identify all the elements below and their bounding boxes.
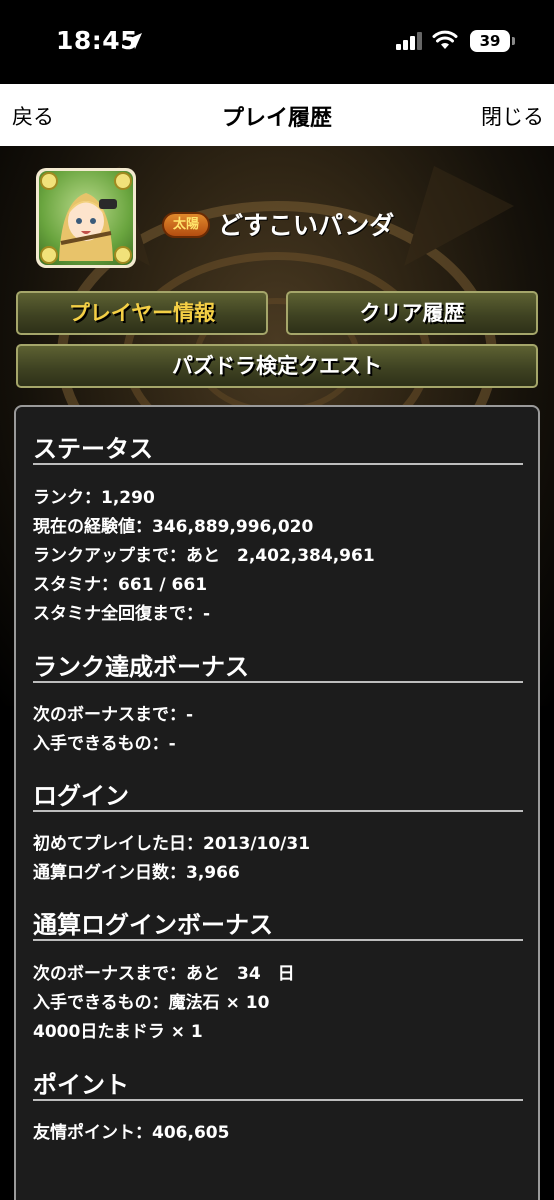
rank-bonus-reward-row: 入手できるもの：- [33,734,176,754]
game-area: 太陽 どすこいパンダ プレイヤー情報 クリア履歴 パズドラ検定クエスト ステータ… [0,146,554,1200]
section-title-login: ログイン [33,782,129,810]
clear-history-button[interactable]: クリア履歴 [286,291,538,335]
experience-row: 現在の経験値：346,889,996,020 [33,517,314,537]
page-title: プレイ履歴 [221,106,332,131]
status-bar: 18:45 39 [0,0,554,84]
sun-badge: 太陽 [162,212,210,238]
rank-up-row: ランクアップまで：あと 2,402,384,961 [33,546,375,566]
player-info-button[interactable]: プレイヤー情報 [16,291,268,335]
rank-row: ランク：1,290 [33,488,155,508]
friend-points-row: 友情ポイント：406,605 [33,1123,230,1143]
status-panel: ステータス ランク：1,290 現在の経験値：346,889,996,020 ラ… [14,405,540,1200]
battery-indicator: 39 [470,30,516,52]
divider [33,681,523,683]
divider [33,463,523,465]
section-title-rank-bonus: ランク達成ボーナス [33,653,249,681]
character-portrait-icon [40,172,132,264]
login-bonus-reward-row-2: 4000日たまドラ × 1 [33,1022,203,1042]
navigation-bar: 戻る プレイ履歴 閉じる [0,84,554,146]
divider [33,1099,523,1101]
player-avatar[interactable] [36,168,136,268]
section-title-points: ポイント [33,1071,129,1099]
stamina-recovery-row: スタミナ全回復まで：- [33,604,211,624]
divider [33,810,523,812]
section-title-login-bonus: 通算ログインボーナス [33,911,273,939]
first-play-row: 初めてプレイした日：2013/10/31 [33,834,311,854]
cellular-signal-icon [396,32,422,50]
wifi-icon [432,30,458,49]
next-rank-bonus-row: 次のボーナスまで：- [33,705,194,725]
login-days-row: 通算ログイン日数：3,966 [33,863,240,883]
puzzdra-quest-button[interactable]: パズドラ検定クエスト [16,344,538,388]
section-title-status: ステータス [33,435,153,463]
battery-level: 39 [479,32,501,50]
stamina-row: スタミナ：661 / 661 [33,575,208,595]
close-button[interactable]: 閉じる [481,101,544,131]
location-arrow-icon [126,33,142,49]
next-login-bonus-row: 次のボーナスまで：あと 34 日 [33,964,295,984]
player-name: どすこいパンダ [218,211,395,240]
divider [33,939,523,941]
login-bonus-reward-row: 入手できるもの：魔法石 × 10 [33,993,270,1013]
